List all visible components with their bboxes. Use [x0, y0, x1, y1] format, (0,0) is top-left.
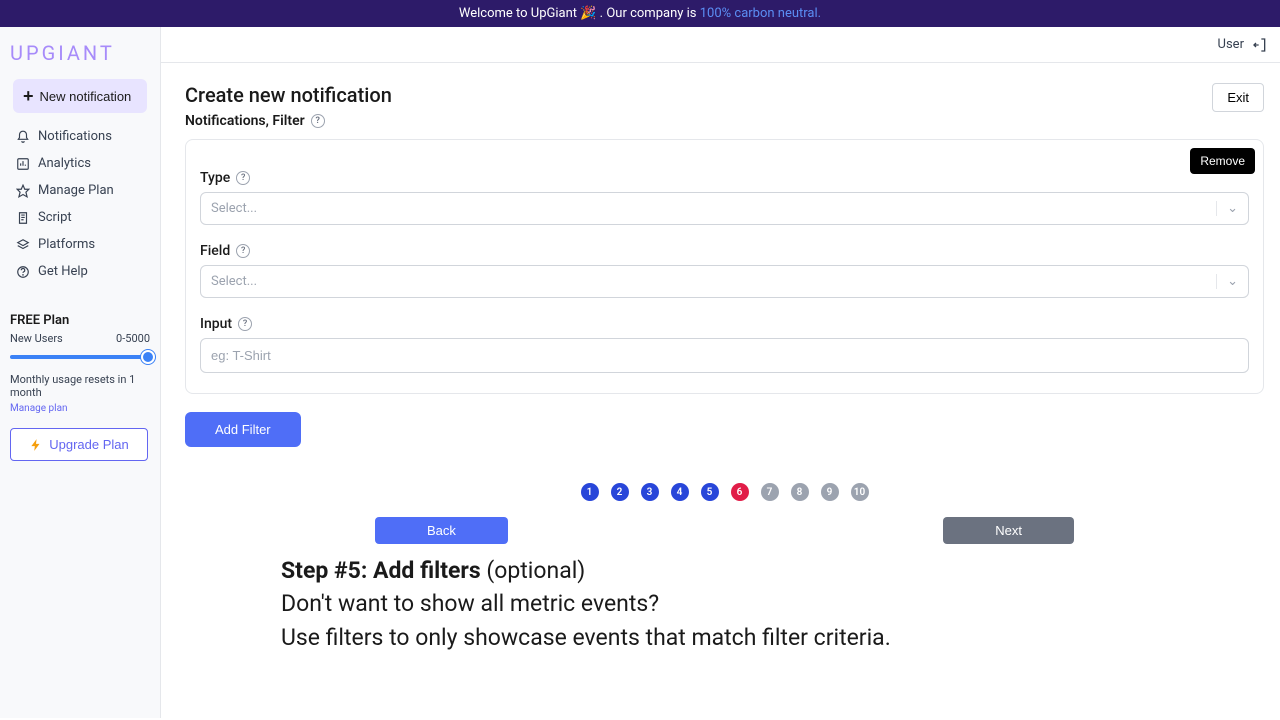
upgrade-label: Upgrade Plan [49, 437, 129, 452]
manage-plan-link[interactable]: Manage plan [10, 403, 150, 414]
carbon-neutral-link[interactable]: 100% carbon neutral. [700, 6, 821, 21]
bell-icon [16, 130, 30, 144]
instruction-title: Step #5: Add filters [281, 557, 481, 584]
page-title: Create new notification [185, 83, 392, 107]
remove-filter-button[interactable]: Remove [1190, 148, 1255, 174]
chart-icon [16, 157, 30, 171]
sidebar-item-label: Analytics [38, 156, 91, 171]
layers-icon [16, 238, 30, 252]
sidebar-item-notifications[interactable]: Notifications [10, 123, 150, 150]
sidebar-item-script[interactable]: Script [10, 204, 150, 231]
sidebar-item-manage-plan[interactable]: Manage Plan [10, 177, 150, 204]
star-icon [16, 184, 30, 198]
help-icon[interactable]: ? [238, 317, 252, 331]
step-dot-7[interactable]: 7 [761, 483, 779, 501]
upgrade-plan-button[interactable]: Upgrade Plan [10, 428, 148, 461]
step-dot-2[interactable]: 2 [611, 483, 629, 501]
step-dot-9[interactable]: 9 [821, 483, 839, 501]
plus-icon: + [23, 87, 34, 105]
filter-card: Remove Type? Select... ⌄ Field? Select..… [185, 139, 1264, 394]
back-button[interactable]: Back [375, 517, 508, 544]
instruction-line3: Use filters to only showcase events that… [281, 621, 1264, 654]
field-label: Field [200, 243, 230, 259]
step-dot-1[interactable]: 1 [581, 483, 599, 501]
type-label: Type [200, 170, 230, 186]
sidebar-item-platforms[interactable]: Platforms [10, 231, 150, 258]
sidebar-item-label: Script [38, 210, 72, 225]
step-indicator: 123456789 10 [185, 483, 1264, 501]
chevron-down-icon: ⌄ [1216, 201, 1238, 216]
input-label: Input [200, 316, 232, 332]
plan-metric: New Users [10, 332, 63, 345]
new-notification-button[interactable]: + New notification [13, 79, 147, 113]
step-dot-3[interactable]: 3 [641, 483, 659, 501]
slider-thumb[interactable] [141, 350, 155, 364]
sidebar: UPGIANT + New notification Notifications… [0, 27, 161, 718]
help-icon[interactable]: ? [236, 244, 250, 258]
script-icon [16, 211, 30, 225]
brand-logo: UPGIANT [6, 37, 154, 75]
topbar: User [161, 27, 1280, 63]
banner-text: Welcome to UpGiant 🎉 . Our company is [459, 6, 700, 21]
help-icon[interactable]: ? [236, 171, 250, 185]
step-dot-8[interactable]: 8 [791, 483, 809, 501]
new-notification-label: New notification [40, 89, 132, 104]
step-dot-4[interactable]: 4 [671, 483, 689, 501]
user-label: User [1218, 37, 1244, 52]
logout-icon[interactable] [1252, 37, 1268, 53]
instructions-overlay: Step #5: Add filters (optional) Don't wa… [281, 554, 1264, 654]
plan-reset-note: Monthly usage resets in 1 month [10, 373, 150, 399]
bolt-icon [29, 438, 43, 452]
sidebar-item-get-help[interactable]: Get Help [10, 258, 150, 285]
plan-box: FREE Plan New Users 0-5000 Monthly usage… [6, 313, 154, 461]
plan-name: FREE Plan [10, 313, 150, 328]
add-filter-button[interactable]: Add Filter [185, 412, 301, 447]
sidebar-item-label: Platforms [38, 237, 95, 252]
usage-slider[interactable] [10, 355, 150, 359]
sidebar-item-label: Manage Plan [38, 183, 114, 198]
help-circle-icon [16, 265, 30, 279]
exit-button[interactable]: Exit [1212, 83, 1264, 112]
step-dot-10[interactable]: 10 [851, 483, 869, 501]
help-icon[interactable]: ? [311, 114, 325, 128]
next-button[interactable]: Next [943, 517, 1074, 544]
field-placeholder: Select... [211, 274, 257, 289]
field-select[interactable]: Select... ⌄ [200, 265, 1249, 298]
type-select[interactable]: Select... ⌄ [200, 192, 1249, 225]
page-subtitle: Notifications, Filter [185, 113, 305, 129]
step-dot-5[interactable]: 5 [701, 483, 719, 501]
sidebar-item-analytics[interactable]: Analytics [10, 150, 150, 177]
input-field[interactable] [200, 338, 1249, 373]
step-dot-6[interactable]: 6 [731, 483, 749, 501]
sidebar-item-label: Notifications [38, 129, 112, 144]
type-placeholder: Select... [211, 201, 257, 216]
chevron-down-icon: ⌄ [1216, 274, 1238, 289]
instruction-optional: (optional) [481, 557, 586, 584]
plan-range: 0-5000 [116, 332, 150, 345]
sidebar-item-label: Get Help [38, 264, 88, 279]
instruction-line2: Don't want to show all metric events? [281, 587, 1264, 620]
announcement-banner: Welcome to UpGiant 🎉 . Our company is 10… [0, 0, 1280, 27]
